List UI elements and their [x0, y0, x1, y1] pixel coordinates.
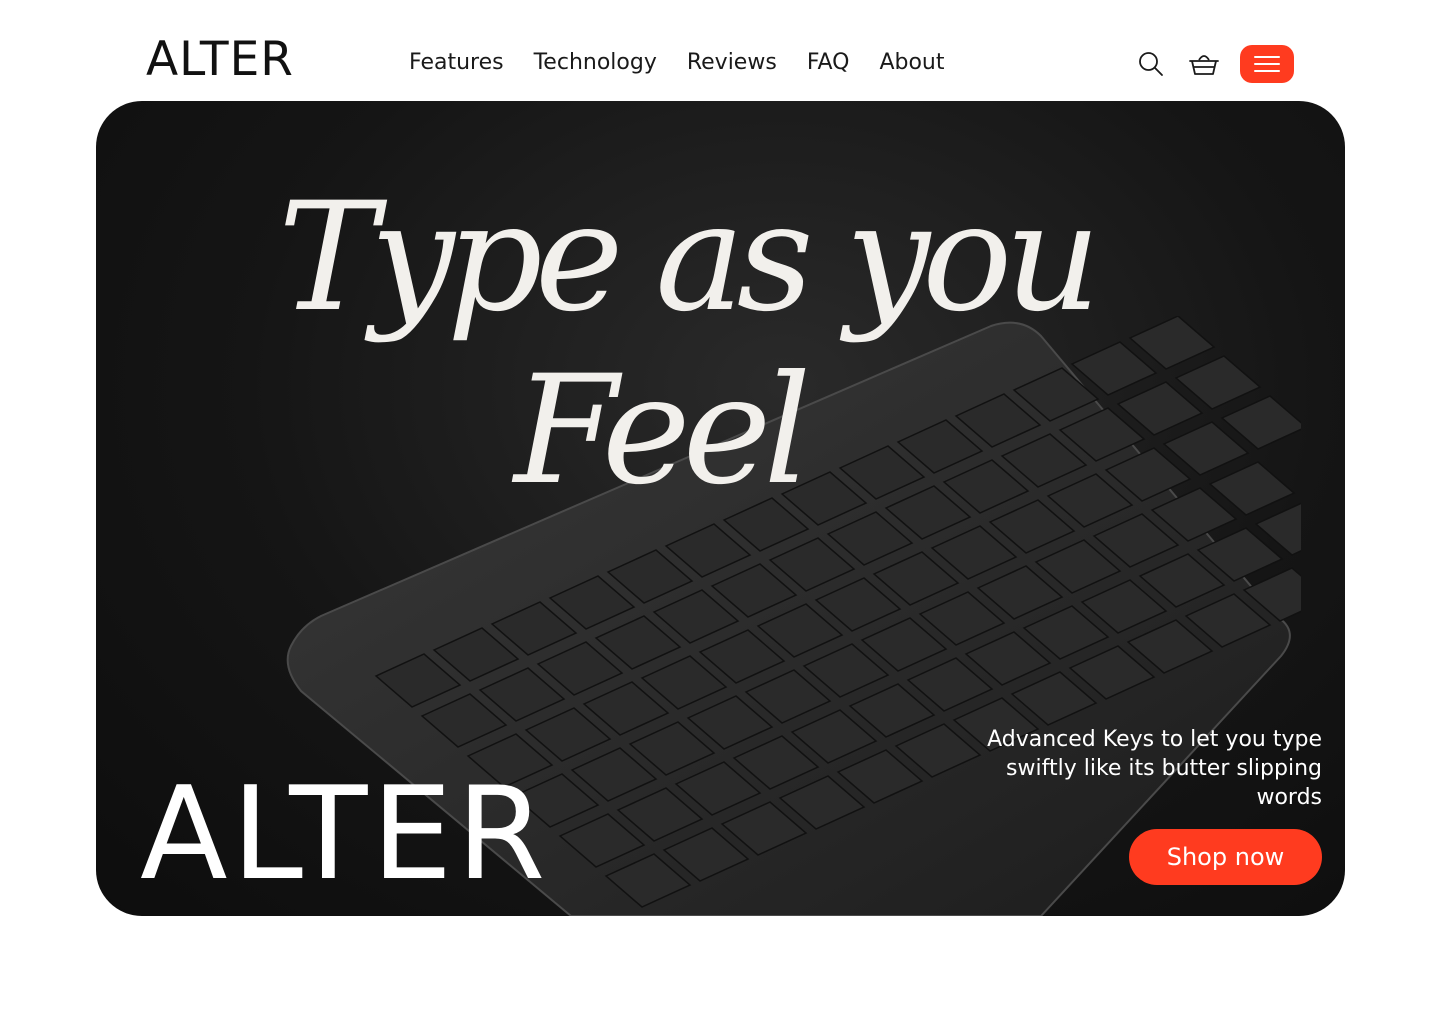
menu-button[interactable]	[1240, 45, 1294, 83]
brand-logo[interactable]: ALTER	[146, 36, 294, 83]
hero-headline-line2: Feel	[514, 344, 811, 518]
hero-tagline: Advanced Keys to let you type swiftly li…	[987, 727, 1322, 810]
search-icon	[1139, 52, 1163, 76]
nav-item-technology[interactable]: Technology	[534, 48, 657, 78]
main-nav: Features Technology Reviews FAQ About	[409, 48, 974, 78]
hamburger-icon	[1254, 56, 1280, 58]
nav-item-features[interactable]: Features	[409, 48, 504, 78]
shop-now-button[interactable]: Shop now	[1129, 829, 1322, 885]
hamburger-icon-line	[1254, 70, 1280, 72]
nav-item-faq[interactable]: FAQ	[807, 48, 850, 78]
hamburger-icon-line	[1254, 63, 1280, 65]
hero-banner: Type as you Feel ALTER Advanced Keys to …	[96, 101, 1345, 916]
hero-brand-logo: ALTER	[140, 760, 550, 909]
hero-headline-line1: Type as you	[278, 171, 1101, 345]
basket-icon	[1189, 55, 1219, 75]
search-button[interactable]	[1133, 46, 1169, 82]
nav-item-reviews[interactable]: Reviews	[687, 48, 777, 78]
nav-item-about[interactable]: About	[879, 48, 944, 78]
cart-button[interactable]	[1186, 46, 1222, 82]
